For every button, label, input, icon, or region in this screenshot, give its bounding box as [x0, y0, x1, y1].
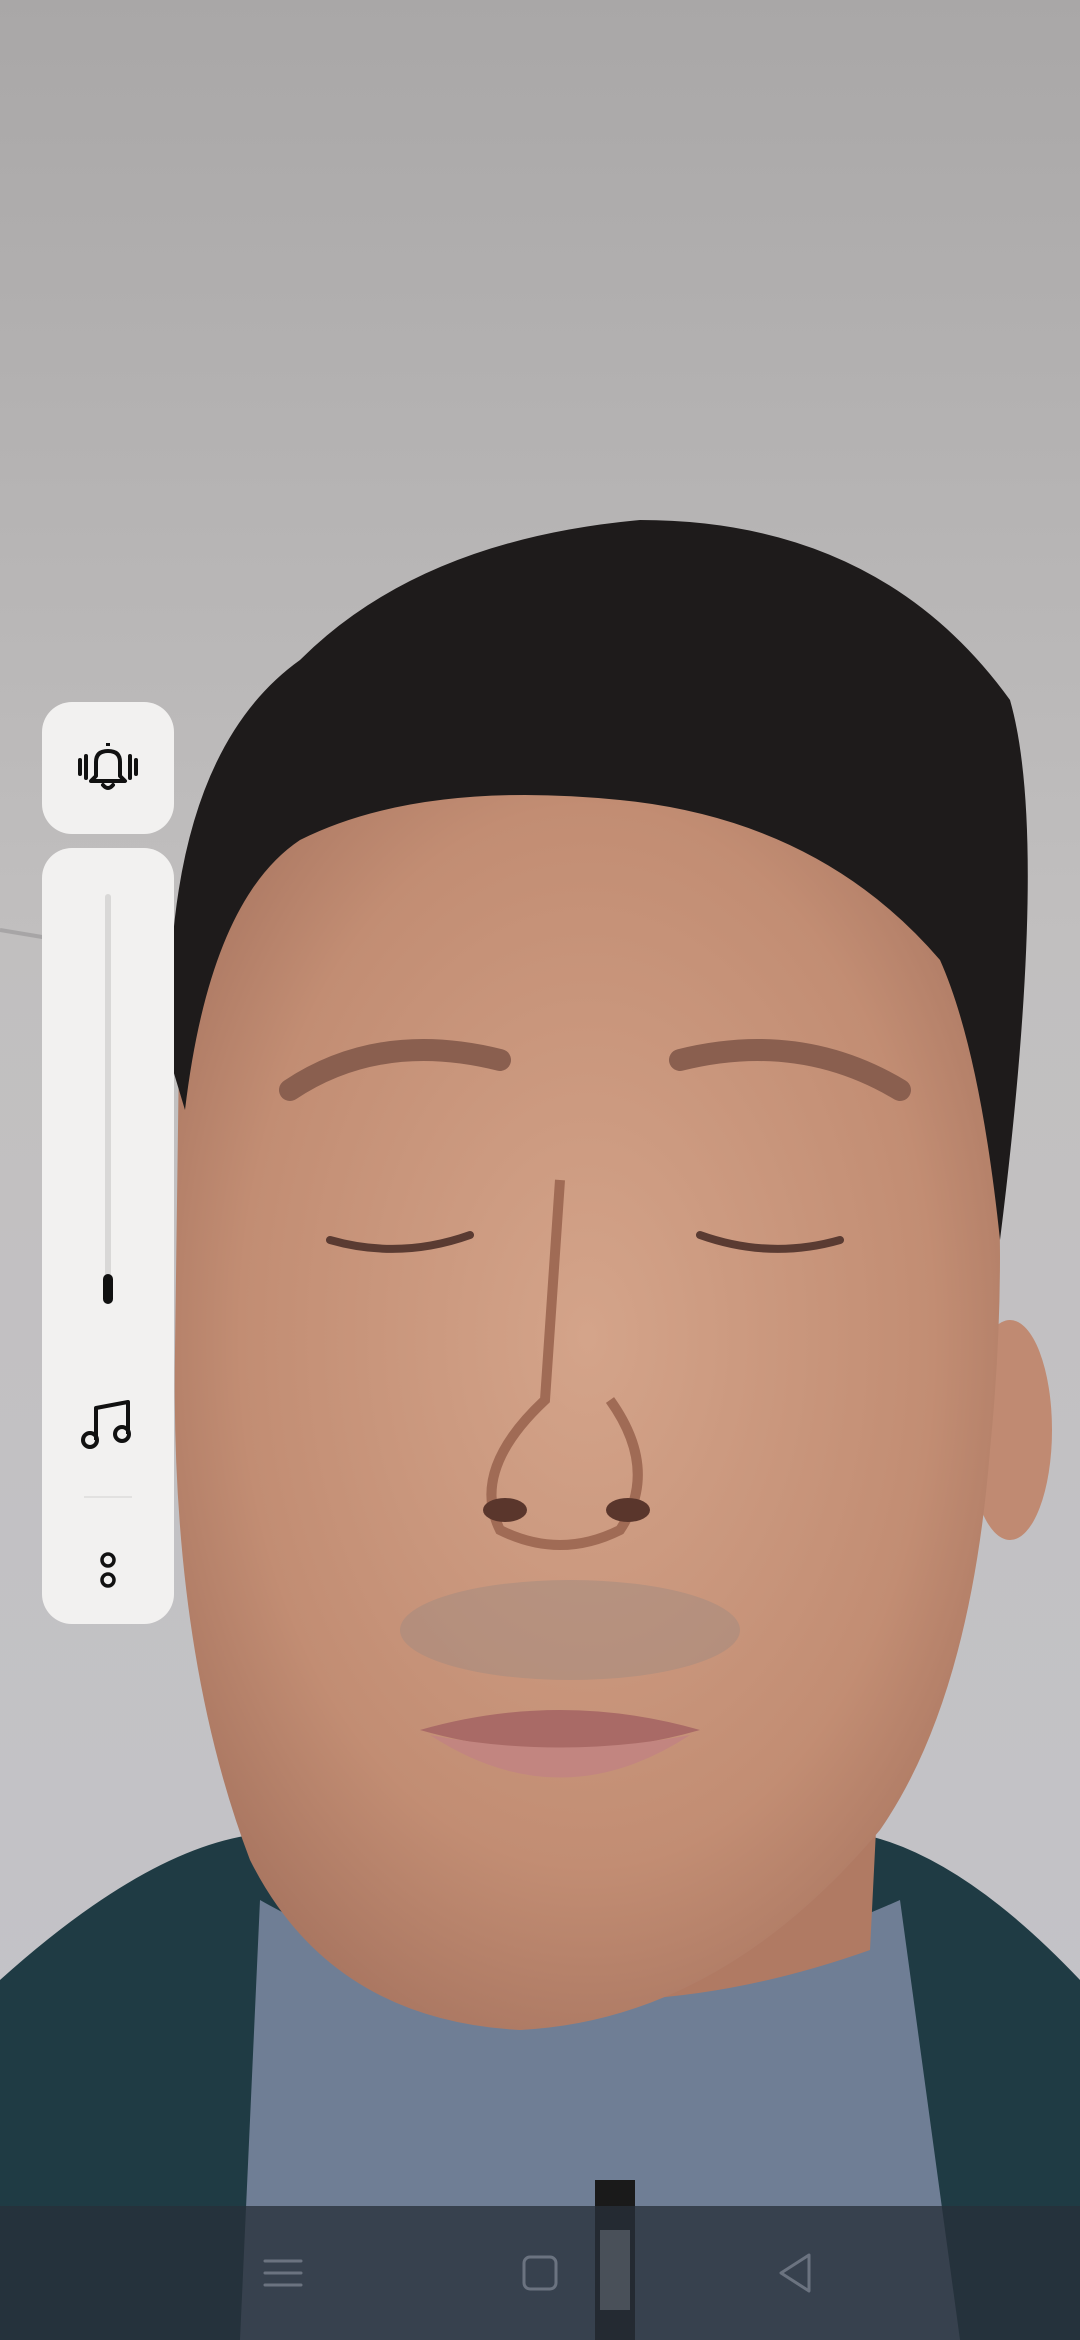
- music-note-icon: [81, 1400, 131, 1449]
- navigation-bar: [0, 2206, 1080, 2340]
- volume-slider[interactable]: [105, 894, 111, 1304]
- volume-panel: [42, 848, 174, 1624]
- more-dots-icon: [100, 1552, 116, 1588]
- panel-divider: [84, 1496, 132, 1498]
- square-home-icon: [522, 2255, 558, 2291]
- bell-vibrate-icon: [78, 743, 138, 790]
- triangle-back-icon: [779, 2253, 811, 2293]
- more-settings-button[interactable]: [83, 1540, 133, 1600]
- menu-button[interactable]: [238, 2228, 328, 2318]
- volume-slider-handle[interactable]: [103, 1274, 113, 1304]
- ring-mode-button[interactable]: [42, 702, 174, 834]
- back-button[interactable]: [750, 2228, 840, 2318]
- media-volume-button[interactable]: [78, 1394, 138, 1454]
- home-button[interactable]: [495, 2228, 585, 2318]
- menu-lines-icon: [263, 2259, 303, 2287]
